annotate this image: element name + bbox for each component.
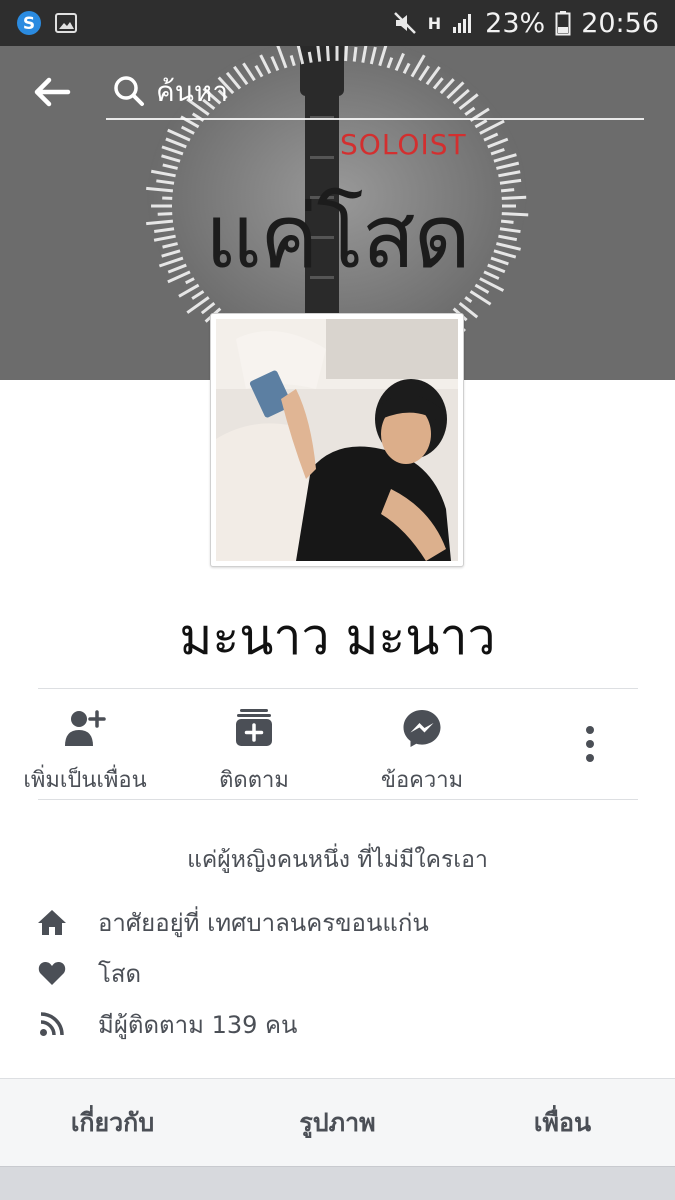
- profile-photo-image: [216, 319, 458, 561]
- tab-friends[interactable]: เพื่อน: [450, 1079, 675, 1166]
- battery-percent: 23%: [485, 7, 546, 39]
- battery-icon: [555, 10, 571, 36]
- follow-icon: [232, 706, 276, 750]
- profile-name: มะนาว มะนาว: [179, 608, 496, 666]
- add-friend-icon: [63, 706, 107, 750]
- info-followers-text: มีผู้ติดตาม 139 คน: [98, 1010, 298, 1039]
- search-icon: [114, 76, 144, 106]
- svg-text:S: S: [23, 14, 35, 34]
- search-input[interactable]: [156, 74, 616, 108]
- clock: 20:56: [581, 7, 659, 39]
- more-options-button[interactable]: [570, 722, 610, 766]
- info-relationship-text: โสด: [98, 959, 142, 988]
- message-button[interactable]: ข้อความ: [372, 690, 472, 800]
- profile-bio: แค่ผู้หญิงคนหนึ่ง ที่ไม่มีใครเอา: [187, 847, 488, 873]
- signal-icon: [451, 11, 475, 35]
- cover-logo-soloist: SOLOIST: [340, 128, 467, 161]
- network-type: H: [427, 13, 442, 33]
- info-location-text: อาศัยอยู่ที่ เทศบาลนครขอนแก่น: [98, 908, 429, 937]
- tab-about[interactable]: เกี่ยวกับ: [0, 1079, 225, 1166]
- back-button[interactable]: [30, 70, 74, 114]
- divider-bottom: [38, 799, 638, 800]
- status-bar: S H 23% 20:56: [0, 0, 675, 46]
- back-arrow-icon: [34, 77, 71, 107]
- bottom-strip: [0, 1166, 675, 1200]
- message-label: ข้อความ: [380, 768, 464, 793]
- profile-tabs: เกี่ยวกับ รูปภาพ เพื่อน: [0, 1078, 675, 1166]
- profile-page: S H 23% 20:56 SOLOIST แค่โสด ค้นหา มะนาว…: [0, 0, 675, 1200]
- home-icon: [36, 906, 68, 938]
- info-row-location: อาศัยอยู่ที่ เทศบาลนครขอนแก่น: [36, 902, 429, 942]
- add-friend-label: เพิ่มเป็นเพื่อน: [23, 768, 147, 793]
- follow-label: ติดตาม: [219, 768, 289, 793]
- rss-icon: [36, 1008, 68, 1040]
- divider-top: [38, 688, 638, 689]
- cover-logo-main: แค่โสด: [205, 185, 471, 288]
- add-friend-button[interactable]: เพิ่มเป็นเพื่อน: [15, 690, 155, 800]
- search-bar[interactable]: [106, 64, 644, 120]
- heart-icon: [36, 957, 68, 989]
- follow-button[interactable]: ติดตาม: [200, 690, 308, 800]
- messenger-icon: [400, 706, 444, 750]
- skype-icon: S: [16, 10, 42, 36]
- mute-icon: [392, 10, 418, 36]
- info-row-followers[interactable]: มีผู้ติดตาม 139 คน: [36, 1004, 297, 1044]
- profile-picture[interactable]: [210, 313, 464, 567]
- info-row-relationship: โสด: [36, 953, 141, 993]
- more-vertical-icon: [586, 726, 594, 762]
- gallery-icon: [54, 11, 78, 35]
- tab-photos[interactable]: รูปภาพ: [225, 1079, 450, 1166]
